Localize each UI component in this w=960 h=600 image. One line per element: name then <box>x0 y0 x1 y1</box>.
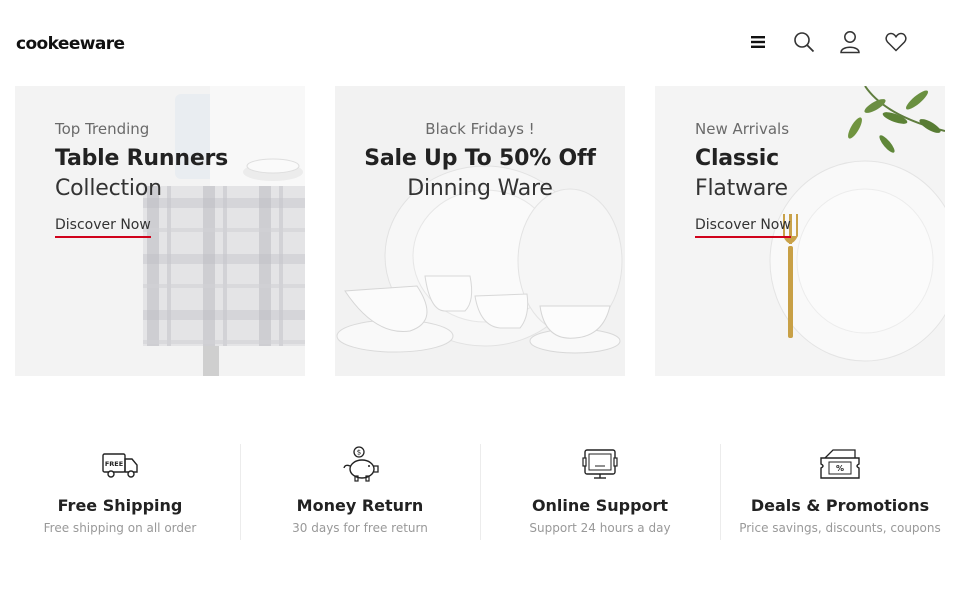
banner-text: Top Trending Table Runners Collection Di… <box>55 120 228 238</box>
discount-ticket-icon: % <box>720 444 960 484</box>
banner-table-runners[interactable]: Top Trending Table Runners Collection Di… <box>15 86 305 376</box>
feature-online-support: Online Support Support 24 hours a day <box>480 440 720 540</box>
feature-subtitle: Price savings, discounts, coupons <box>739 521 941 535</box>
feature-subtitle: Free shipping on all order <box>43 521 197 535</box>
feature-deals-promotions: % Deals & Promotions Price savings, disc… <box>720 440 960 540</box>
banner-text: New Arrivals Classic Flatware Discover N… <box>695 120 791 238</box>
page: cookeeware Top Trending Table Runners Co… <box>0 0 960 600</box>
delivery-truck-icon: FREE <box>0 444 240 484</box>
feature-title: Deals & Promotions <box>750 496 930 515</box>
feature-title: Online Support <box>531 496 669 515</box>
banner-subtitle: Collection <box>55 176 162 201</box>
support-icon <box>480 444 720 484</box>
search-icon[interactable] <box>792 30 816 54</box>
site-header: cookeeware <box>0 0 960 85</box>
feature-money-return: $ Money Return 30 days for free return <box>240 440 480 540</box>
piggy-bank-icon: $ <box>240 444 480 484</box>
banner-kicker: New Arrivals <box>695 120 790 138</box>
banner-kicker: Top Trending <box>55 120 150 138</box>
features-row: FREE Free Shipping Free shipping on all … <box>0 440 960 540</box>
banner-subtitle: Flatware <box>695 176 788 201</box>
banner-title: Classic <box>695 146 779 171</box>
feature-subtitle: 30 days for free return <box>292 521 428 535</box>
heart-icon[interactable] <box>884 30 908 54</box>
site-logo[interactable]: cookeeware <box>16 34 125 54</box>
feature-subtitle: Support 24 hours a day <box>529 521 671 535</box>
banner-flatware[interactable]: New Arrivals Classic Flatware Discover N… <box>655 86 945 376</box>
feature-title: Free Shipping <box>57 496 183 515</box>
feature-title: Money Return <box>296 496 424 515</box>
banner-text: Black Fridays ! Sale Up To 50% Off Dinni… <box>335 120 625 203</box>
banner-kicker: Black Fridays ! <box>425 120 535 138</box>
discover-now-link[interactable]: Discover Now <box>695 217 791 238</box>
banner-sale[interactable]: Black Fridays ! Sale Up To 50% Off Dinni… <box>335 86 625 376</box>
feature-free-shipping: FREE Free Shipping Free shipping on all … <box>0 440 240 540</box>
svg-text:FREE: FREE <box>105 460 123 468</box>
user-icon[interactable] <box>838 30 862 54</box>
banner-subtitle: Dinning Ware <box>407 176 553 201</box>
header-icons <box>746 30 908 54</box>
discover-now-link[interactable]: Discover Now <box>55 217 151 238</box>
banner-title: Table Runners <box>55 146 229 171</box>
menu-icon[interactable] <box>746 30 770 54</box>
svg-text:$: $ <box>357 449 361 457</box>
banner-title: Sale Up To 50% Off <box>364 146 596 171</box>
svg-text:%: % <box>836 464 844 473</box>
